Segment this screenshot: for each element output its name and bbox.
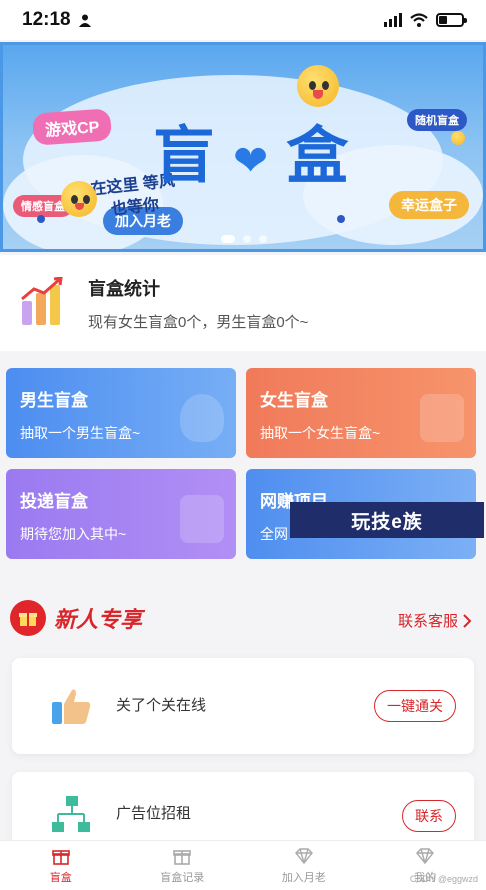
diamond-icon (294, 847, 313, 864)
org-chart-icon (52, 796, 90, 832)
list-item[interactable]: 广告位招租 联系 (12, 772, 474, 842)
contact-service-link[interactable]: 联系客服 (398, 610, 472, 631)
deliver-box-card[interactable]: 投递盲盒 期待您加入其中~ (6, 469, 236, 559)
emoji-face-icon (297, 65, 339, 107)
status-icons (384, 13, 467, 27)
status-bar: 12:18 (0, 0, 486, 40)
banner-carousel[interactable]: 游戏CP 随机盲盒 情感盲盒 加入月老 幸运盒子 在这里 等风 也等你 盲 ❤ 盒 (0, 42, 486, 252)
carousel-dot[interactable] (259, 235, 267, 243)
male-box-card[interactable]: 男生盲盒 抽取一个男生盲盒~ (6, 368, 236, 458)
tag-game-cp: 游戏CP (31, 108, 113, 146)
contact-label: 联系客服 (397, 613, 458, 630)
stats-subtitle: 现有女生盲盒0个，男生盲盒0个~ (88, 314, 309, 331)
new-user-header: 新人专享 (10, 600, 142, 636)
contact-button[interactable]: 联系 (402, 800, 456, 832)
chevron-right-icon (463, 613, 472, 628)
one-click-button[interactable]: 一键通关 (374, 690, 456, 722)
tab-label: 盲盒记录 (160, 871, 205, 884)
list-item-text: 广告位招租 (116, 805, 192, 822)
bar-chart-icon (21, 277, 63, 325)
money-bag-icon (180, 394, 224, 442)
gift-icon (10, 600, 46, 636)
wifi-icon (410, 13, 428, 27)
heart-icon: ❤ (233, 137, 273, 185)
tab-blind-box[interactable]: 盲盒 (0, 841, 122, 890)
banner-title-left: 盲 (153, 122, 220, 191)
ball-decoration (451, 131, 465, 145)
battery-icon (436, 13, 467, 27)
section-title: 新人专享 (54, 607, 143, 632)
time-label: 12:18 (22, 9, 71, 30)
carousel-dot[interactable] (221, 235, 235, 243)
stats-title: 盲盒统计 (88, 279, 160, 299)
gift-icon (173, 849, 192, 865)
box-stats-section: 盲盒统计 现有女生盲盒0个，男生盲盒0个~ (0, 255, 486, 351)
thumb-icon (420, 394, 464, 442)
tag-random-box: 随机盲盒 (407, 109, 467, 131)
list-item[interactable]: 关了个关在线 一键通关 (12, 658, 474, 754)
thumbs-up-icon (52, 689, 91, 724)
signal-icon (384, 13, 402, 27)
tab-label: 盲盒 (49, 871, 72, 884)
dot-decoration (37, 215, 45, 223)
list-item-text: 关了个关在线 (116, 697, 207, 714)
tab-box-records[interactable]: 盲盒记录 (122, 841, 244, 890)
diamond-icon (416, 847, 435, 864)
watermark-overlay: 玩技e族 (290, 502, 484, 538)
tab-label: 加入月老 (281, 871, 326, 884)
gift-icon (51, 849, 70, 865)
dot-decoration (337, 215, 345, 223)
bottom-tab-bar: 盲盒 盲盒记录 加入月老 我的 CSDN @eggwzd (0, 840, 486, 890)
carousel-dot[interactable] (243, 235, 251, 243)
chart-icon (180, 495, 224, 543)
emoji-face-icon (61, 181, 97, 217)
tab-join-matchmaker[interactable]: 加入月老 (243, 841, 365, 890)
csdn-watermark: CSDN @eggwzd (409, 874, 478, 884)
female-box-card[interactable]: 女生盲盒 抽取一个女生盲盒~ (246, 368, 476, 458)
tag-lucky-box: 幸运盒子 (389, 191, 469, 219)
banner-title: 盲 ❤ 盒 (153, 105, 352, 195)
person-icon (78, 14, 91, 27)
banner-title-right: 盒 (286, 122, 353, 191)
carousel-indicators[interactable] (221, 235, 267, 243)
status-time: 12:18 (22, 9, 91, 31)
